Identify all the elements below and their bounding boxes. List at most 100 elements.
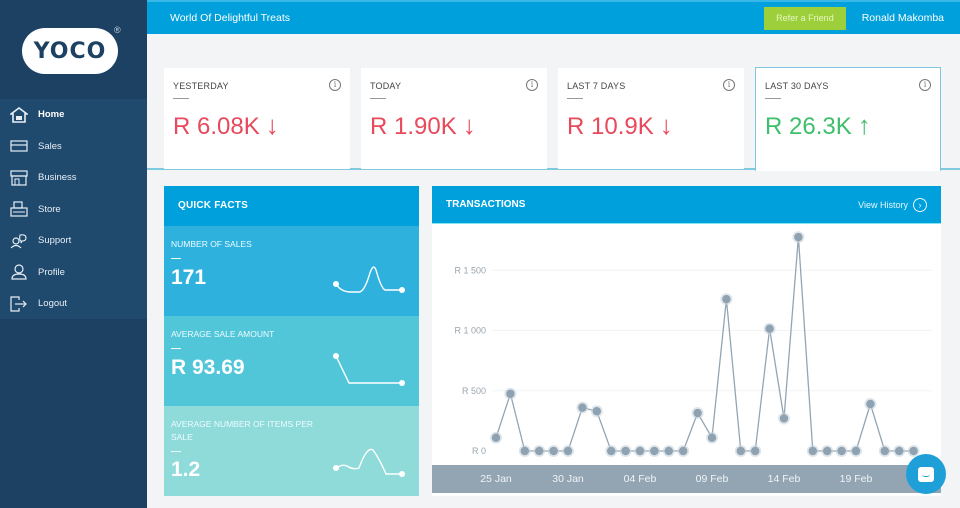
fact-label: NUMBER OF SALES bbox=[171, 239, 252, 249]
data-point[interactable] bbox=[880, 446, 889, 456]
series-line bbox=[495, 237, 914, 452]
data-point[interactable] bbox=[895, 446, 904, 456]
stat-card-last-7-days[interactable]: LAST 7 DAYS i R 10.9K ↓ bbox=[558, 68, 744, 169]
yoco-logo[interactable]: YOCO bbox=[22, 28, 118, 74]
y-tick-label: R 0 bbox=[472, 446, 486, 456]
quick-facts-title: QUICK FACTS bbox=[164, 186, 419, 226]
shop-name: World Of Delightful Treats bbox=[170, 12, 291, 24]
data-point[interactable] bbox=[851, 446, 861, 456]
data-point[interactable] bbox=[506, 389, 515, 398]
data-point[interactable] bbox=[592, 407, 601, 416]
user-name-menu[interactable]: Ronald Makomba bbox=[862, 12, 944, 24]
info-icon[interactable]: i bbox=[723, 79, 735, 91]
divider bbox=[173, 98, 189, 99]
sparkline-average-sale bbox=[333, 353, 405, 386]
top-bar: World Of Delightful Treats Refer a Frien… bbox=[147, 0, 960, 34]
data-point[interactable] bbox=[520, 446, 529, 456]
fact-label: AVERAGE NUMBER OF ITEMS PER SALE bbox=[171, 419, 314, 442]
data-point[interactable] bbox=[823, 446, 832, 456]
sidebar-item-store[interactable]: Store bbox=[0, 194, 147, 226]
info-icon[interactable]: i bbox=[329, 79, 341, 91]
data-point[interactable] bbox=[563, 446, 573, 456]
stat-value: R 26.3K ↑ bbox=[765, 110, 871, 141]
sidebar-item-business[interactable]: Business bbox=[0, 162, 147, 194]
cash-register-icon bbox=[10, 201, 28, 217]
data-point[interactable] bbox=[779, 414, 789, 423]
refer-friend-button[interactable]: Refer a Friend bbox=[764, 6, 846, 30]
data-point[interactable] bbox=[549, 446, 558, 456]
data-point[interactable] bbox=[765, 324, 774, 333]
sidebar-item-logout[interactable]: Logout bbox=[0, 288, 147, 320]
data-point[interactable] bbox=[736, 446, 745, 456]
data-point[interactable] bbox=[794, 232, 803, 242]
data-point[interactable] bbox=[607, 446, 616, 456]
sidebar: YOCO ® Home Sales Business Store Support… bbox=[0, 0, 147, 508]
registered-mark: ® bbox=[114, 25, 121, 35]
data-point[interactable] bbox=[866, 399, 875, 409]
y-tick-label: R 1 000 bbox=[454, 326, 486, 336]
logout-icon bbox=[10, 296, 28, 312]
storefront-icon bbox=[10, 170, 28, 186]
stat-value: R 6.08K ↓ bbox=[173, 110, 279, 141]
y-tick-label: R 1 500 bbox=[454, 265, 486, 275]
data-point[interactable] bbox=[837, 446, 846, 456]
stat-card-last-30-days[interactable]: LAST 30 DAYS i R 26.3K ↑ bbox=[755, 67, 941, 171]
stat-value: R 1.90K ↓ bbox=[370, 110, 476, 141]
sidebar-item-sales[interactable]: Sales bbox=[0, 131, 147, 163]
sparkline-sales bbox=[333, 266, 405, 293]
data-point[interactable] bbox=[635, 446, 645, 456]
x-tick-label: 25 Jan bbox=[480, 473, 512, 485]
sidebar-nav: Home Sales Business Store Support Profil… bbox=[0, 99, 147, 319]
data-point[interactable] bbox=[909, 446, 918, 456]
data-point[interactable] bbox=[722, 294, 731, 304]
data-point[interactable] bbox=[808, 446, 817, 456]
sidebar-item-label: Support bbox=[38, 235, 72, 247]
info-icon[interactable]: i bbox=[526, 79, 538, 91]
data-point[interactable] bbox=[707, 433, 717, 442]
view-history-link[interactable]: View History › bbox=[858, 197, 927, 212]
y-tick-label: R 500 bbox=[462, 386, 486, 396]
fact-label: AVERAGE SALE AMOUNT bbox=[171, 329, 275, 339]
transactions-header: TRANSACTIONS View History › bbox=[432, 186, 941, 224]
chat-support-button[interactable] bbox=[906, 454, 946, 494]
data-point[interactable] bbox=[535, 446, 544, 456]
transactions-chart: R 0 R 500 R 1 000 R 1 500 bbox=[454, 231, 932, 457]
data-point[interactable] bbox=[491, 433, 501, 442]
spark-point bbox=[333, 281, 339, 287]
spark-point bbox=[399, 471, 405, 477]
stat-value: R 10.9K ↓ bbox=[567, 110, 673, 141]
sidebar-item-home[interactable]: Home bbox=[0, 99, 147, 131]
stat-card-yesterday[interactable]: YESTERDAY i R 6.08K ↓ bbox=[164, 68, 350, 169]
data-point[interactable] bbox=[650, 446, 659, 456]
spark-point bbox=[333, 353, 339, 359]
info-icon[interactable]: i bbox=[919, 79, 931, 91]
data-point[interactable] bbox=[578, 403, 587, 412]
fact-average-sale-amount: AVERAGE SALE AMOUNT R 93.69 bbox=[164, 316, 419, 406]
arrow-down-icon: ↓ bbox=[659, 110, 673, 140]
x-tick-label: 14 Feb bbox=[767, 473, 801, 485]
spark-point bbox=[399, 380, 405, 386]
arrow-up-icon: ↑ bbox=[857, 110, 871, 140]
divider bbox=[171, 451, 181, 452]
data-point[interactable] bbox=[751, 446, 760, 456]
stat-card-today[interactable]: TODAY i R 1.90K ↓ bbox=[361, 68, 547, 169]
x-tick-label: 04 Feb bbox=[623, 473, 657, 485]
data-point[interactable] bbox=[621, 446, 630, 456]
sidebar-item-support[interactable]: Support bbox=[0, 225, 147, 257]
arrow-down-icon: ↓ bbox=[265, 110, 279, 140]
data-point[interactable] bbox=[693, 408, 702, 418]
data-point[interactable] bbox=[664, 446, 673, 456]
fact-value: R 93.69 bbox=[171, 356, 245, 379]
stat-amount: R 1.90K bbox=[370, 113, 457, 140]
divider bbox=[370, 98, 386, 99]
x-tick-label: 09 Feb bbox=[695, 473, 729, 485]
stat-label: TODAY bbox=[370, 81, 402, 91]
stat-label: LAST 7 DAYS bbox=[567, 81, 626, 91]
data-point[interactable] bbox=[679, 446, 688, 456]
card-icon bbox=[10, 138, 28, 154]
stat-amount: R 26.3K bbox=[765, 113, 852, 140]
sidebar-item-label: Logout bbox=[38, 298, 68, 310]
sidebar-item-label: Store bbox=[38, 203, 61, 215]
sidebar-item-profile[interactable]: Profile bbox=[0, 257, 147, 289]
sidebar-item-label: Home bbox=[38, 109, 65, 121]
